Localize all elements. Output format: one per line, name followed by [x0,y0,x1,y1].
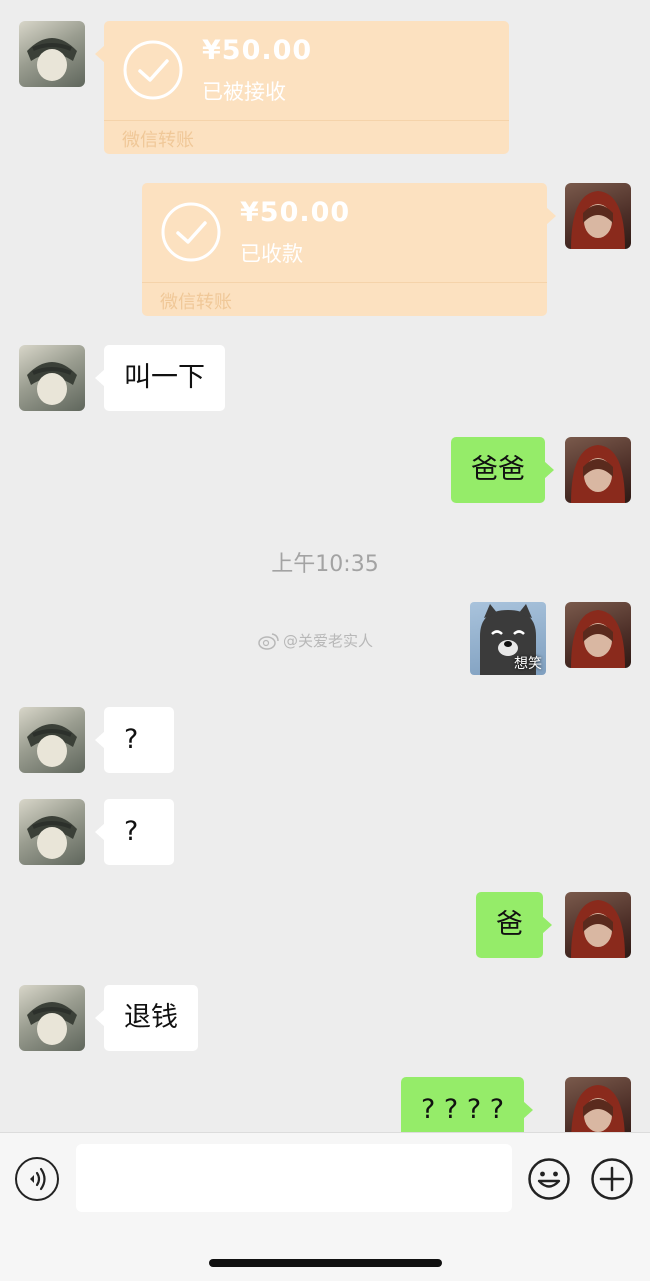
check-circle-icon [123,40,183,100]
more-button[interactable] [590,1157,634,1201]
message-bubble[interactable]: 爸 [476,892,552,958]
transfer-received-card[interactable]: ¥50.00 已被接收 微信转账 [95,21,509,154]
sticker-caption: 想笑 [514,656,542,672]
message-bubble[interactable]: 退钱 [95,985,198,1051]
contact-avatar[interactable] [19,985,85,1051]
contact-avatar[interactable] [19,799,85,865]
self-avatar[interactable] [565,437,631,503]
transfer-amount: ¥50.00 [202,35,313,66]
transfer-status: 已收款 [240,242,303,266]
message-bubble[interactable]: ? [95,707,174,773]
weibo-icon [258,632,279,650]
self-avatar[interactable] [565,183,631,249]
emoji-button[interactable] [527,1157,571,1201]
transfer-collected-card[interactable]: ¥50.00 已收款 微信转账 [142,183,556,316]
timestamp: 上午10:35 [271,552,379,577]
self-avatar[interactable] [565,1077,631,1135]
voice-button[interactable] [15,1157,59,1201]
plus-icon [591,1158,633,1200]
transfer-amount: ¥50.00 [240,197,351,228]
voice-icon [30,1167,46,1191]
message-bubble[interactable]: ? [95,799,174,865]
contact-avatar[interactable] [19,707,85,773]
message-bubble[interactable]: 爸爸 [451,437,554,503]
sticker-message[interactable]: 想笑 [470,602,546,675]
watermark: @关爱老实人 [258,630,373,651]
check-circle-icon [161,202,221,262]
contact-avatar[interactable] [19,21,85,87]
home-indicator [209,1259,442,1267]
self-avatar[interactable] [565,892,631,958]
self-avatar[interactable] [565,602,631,668]
contact-avatar[interactable] [19,345,85,411]
transfer-divider [104,120,509,121]
transfer-footer: 微信转账 [160,292,232,313]
transfer-footer: 微信转账 [122,130,194,151]
chat-area[interactable]: ¥50.00 已被接收 微信转账 ¥50.00 已收款 微信转账 叫一下 爸爸 … [0,0,650,1135]
watermark-text: @关爱老实人 [283,632,374,650]
transfer-status: 已被接收 [202,80,286,104]
message-bubble[interactable]: 叫一下 [95,345,225,411]
message-bubble[interactable]: ? ? ? ? [401,1077,534,1135]
message-input[interactable] [76,1144,512,1212]
emoji-icon [528,1158,570,1200]
transfer-divider [142,282,547,283]
